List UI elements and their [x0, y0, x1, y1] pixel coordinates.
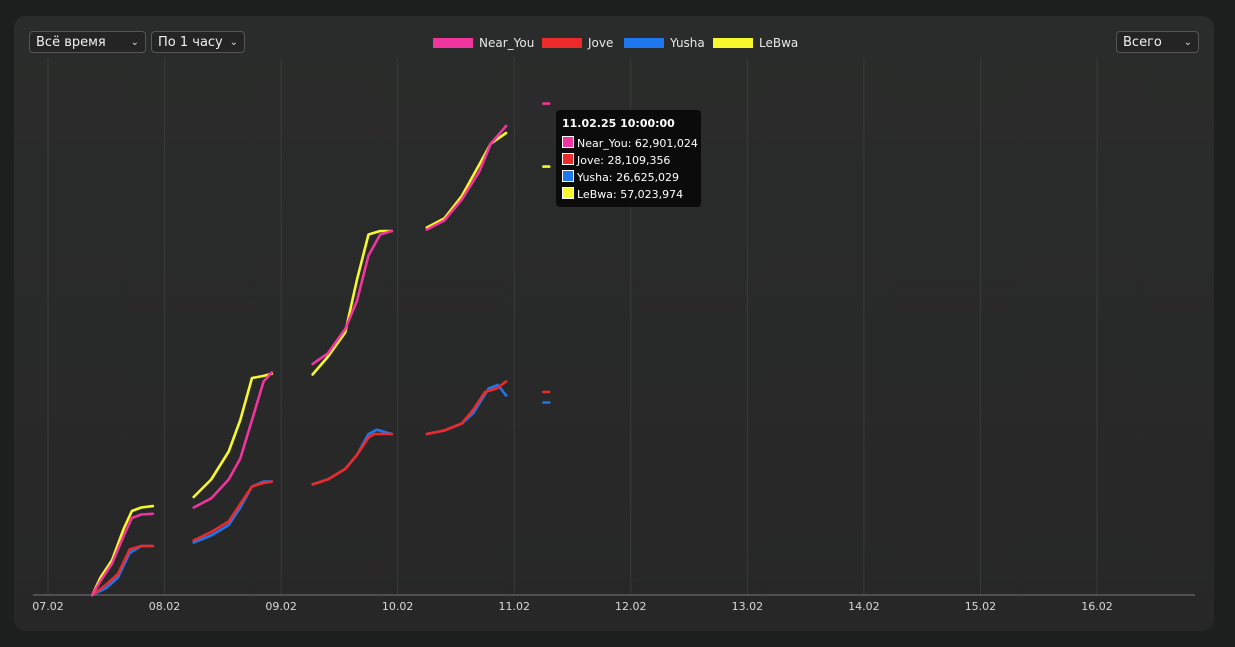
x-tick-label: 12.02 [615, 600, 647, 613]
x-tick-label: 13.02 [732, 600, 764, 613]
tooltip-swatch [562, 187, 574, 199]
tooltip-row: Yusha: 26,625,029 [562, 169, 695, 186]
series-line-jove[interactable] [311, 432, 394, 486]
chevron-down-icon: ⌄ [130, 37, 139, 48]
x-tick-label: 16.02 [1081, 600, 1113, 613]
series-line-yusha[interactable] [311, 428, 394, 486]
period-select[interactable]: Всё время ⌄ [29, 31, 146, 53]
interval-select-value: По 1 часу [158, 35, 223, 50]
series-line-jove[interactable] [192, 480, 274, 542]
series-line-lebwa[interactable] [311, 229, 394, 376]
series-line-near-you[interactable] [425, 124, 508, 231]
tooltip-value: Jove: 28,109,356 [577, 154, 671, 167]
scope-select-value: Всего [1123, 35, 1162, 50]
x-tick-label: 10.02 [382, 600, 414, 613]
series-line-yusha[interactable] [425, 383, 508, 436]
tooltip-swatch [562, 153, 574, 165]
tooltip-swatch [562, 170, 574, 182]
interval-select[interactable]: По 1 часу ⌄ [151, 31, 245, 53]
chart-tooltip: 11.02.25 10:00:00 Near_You: 62,901,024 J… [556, 110, 701, 207]
legend-swatch [624, 38, 664, 48]
legend-label: Yusha [670, 36, 705, 50]
x-tick-label: 15.02 [965, 600, 997, 613]
legend-label: Near_You [479, 36, 535, 50]
tooltip-value: LeBwa: 57,023,974 [577, 188, 684, 201]
legend-swatch [542, 38, 582, 48]
legend-label: LeBwa [759, 36, 799, 50]
x-tick-label: 08.02 [149, 600, 181, 613]
tooltip-row: LeBwa: 57,023,974 [562, 186, 695, 203]
tooltip-swatch [562, 136, 574, 148]
legend-label: Jove [588, 36, 614, 50]
tooltip-row: Near_You: 62,901,024 [562, 135, 698, 152]
legend-swatch [713, 38, 753, 48]
legend-swatch [433, 38, 473, 48]
x-tick-label: 09.02 [265, 600, 297, 613]
chart-canvas: 07.02 08.02 09.02 10.02 11.02 12.02 13.02 14.02… [32, 58, 1195, 613]
tooltip-title: 11.02.25 10:00:00 [562, 117, 675, 130]
tooltip-row: Jove: 28,109,356 [562, 152, 695, 169]
chevron-down-icon: ⌄ [1183, 37, 1192, 48]
x-tick-label: 11.02 [498, 600, 530, 613]
scope-select[interactable]: Всего ⌄ [1116, 31, 1199, 53]
x-tick-label: 14.02 [848, 600, 880, 613]
series-line-jove[interactable] [425, 380, 508, 436]
period-select-value: Всё время [36, 35, 106, 50]
chevron-down-icon: ⌄ [229, 37, 238, 48]
tooltip-value: Near_You: 62,901,024 [577, 137, 698, 150]
series-line-lebwa[interactable] [425, 131, 508, 229]
tooltip-value: Yusha: 26,625,029 [577, 171, 680, 184]
x-tick-label: 07.02 [32, 600, 64, 613]
series-line-near-you[interactable] [91, 512, 155, 597]
